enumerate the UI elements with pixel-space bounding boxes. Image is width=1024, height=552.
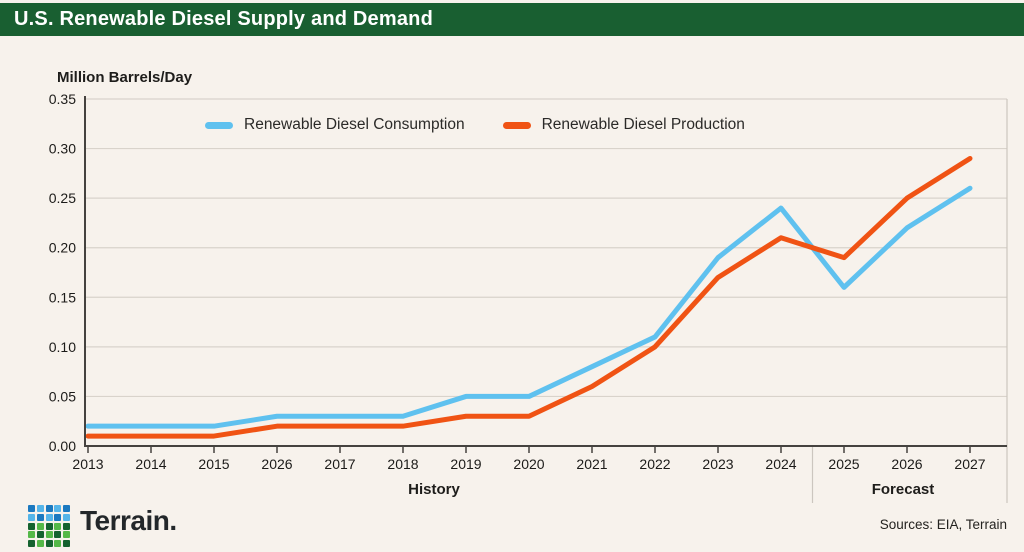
terrain-logo bbox=[28, 505, 71, 548]
x-tick-label: 2013 bbox=[72, 456, 103, 472]
logo-cell bbox=[36, 531, 44, 539]
chart-plot: 0.00 0.05 0.10 0.15 0.20 0.25 0.30 0.35 2013 2014… bbox=[49, 91, 1008, 503]
x-tick-label: 2021 bbox=[576, 456, 607, 472]
x-tick-label: 2024 bbox=[765, 456, 796, 472]
y-tick-label: 0.00 bbox=[49, 438, 76, 454]
x-tick-label: 2027 bbox=[954, 456, 985, 472]
logo-cell bbox=[54, 540, 62, 548]
logo-cell bbox=[28, 540, 35, 548]
x-tick-label: 2022 bbox=[639, 456, 670, 472]
logo-cell bbox=[54, 513, 62, 521]
x-tick-label: 2017 bbox=[324, 456, 355, 472]
logo-cell bbox=[36, 505, 44, 512]
x-tick-label: 2015 bbox=[198, 456, 229, 472]
logo-cell bbox=[36, 522, 44, 530]
x-tick-label: 2020 bbox=[513, 456, 544, 472]
history-section-label: History bbox=[408, 481, 460, 498]
logo-cell bbox=[45, 531, 53, 539]
x-tick-label: 2026 bbox=[891, 456, 922, 472]
forecast-section-label: Forecast bbox=[871, 481, 935, 498]
y-tick-label: 0.35 bbox=[49, 91, 76, 107]
consumption-line bbox=[85, 185, 973, 429]
logo-cell bbox=[36, 540, 44, 548]
logo-cell bbox=[28, 513, 35, 521]
logo-cell bbox=[45, 522, 53, 530]
sources-note: Sources: EIA, Terrain bbox=[879, 517, 1007, 532]
logo-cell bbox=[28, 505, 35, 512]
logo-cell bbox=[28, 531, 35, 539]
y-tick-label: 0.05 bbox=[49, 388, 76, 404]
x-tick-label: 2018 bbox=[387, 456, 418, 472]
logo-cell bbox=[45, 505, 53, 512]
y-tick-label: 0.20 bbox=[49, 240, 76, 256]
logo-cell bbox=[63, 505, 71, 512]
logo-cell bbox=[28, 522, 35, 530]
y-tick-label: 0.30 bbox=[49, 141, 76, 157]
logo-cell bbox=[45, 540, 53, 548]
logo-cell bbox=[63, 522, 71, 530]
logo-cell bbox=[54, 531, 62, 539]
logo-cell bbox=[36, 513, 44, 521]
logo-cell bbox=[54, 505, 62, 512]
logo-cell bbox=[63, 513, 71, 521]
x-tick-label: 2023 bbox=[702, 456, 733, 472]
logo-cell bbox=[54, 522, 62, 530]
y-tick-label: 0.15 bbox=[49, 289, 76, 305]
y-tick-label: 0.25 bbox=[49, 190, 76, 206]
y-tick-label: 0.10 bbox=[49, 339, 76, 355]
x-tick-label: 2019 bbox=[450, 456, 481, 472]
logo-cell bbox=[63, 540, 71, 548]
logo-cell bbox=[45, 513, 53, 521]
logo-cell bbox=[63, 531, 71, 539]
x-tick-label: 2025 bbox=[828, 456, 859, 472]
x-tick-label: 2026 bbox=[261, 456, 292, 472]
brand-wordmark: Terrain. bbox=[80, 505, 177, 536]
x-tick-label: 2014 bbox=[135, 456, 166, 472]
